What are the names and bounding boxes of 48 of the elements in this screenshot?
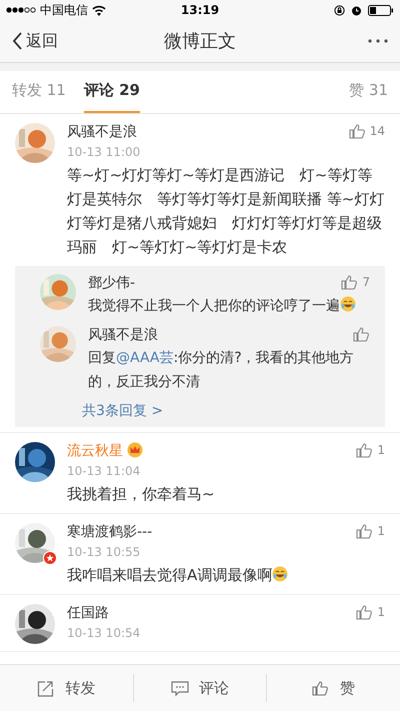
toolbar-button[interactable]: 评论 <box>132 674 266 702</box>
user-name[interactable]: 寒塘渡鹤影--- <box>67 523 152 541</box>
comment-time: 10-13 11:04 <box>67 464 142 478</box>
like-count: 1 <box>377 524 385 538</box>
carrier-name: 中国电信 <box>40 2 88 18</box>
mention-link[interactable]: @AAA芸 <box>116 350 174 366</box>
back-button[interactable]: 返回 <box>12 30 58 52</box>
alarm-icon <box>351 4 362 16</box>
clock-time: 13:19 <box>180 3 220 17</box>
crown-icon <box>127 442 143 458</box>
user-name[interactable]: 风骚不是浪 <box>67 123 137 141</box>
thumbs-up-icon <box>356 442 374 458</box>
comment-text: 我咋唱来唱去觉得A调调最像啊 <box>67 563 385 587</box>
user-name[interactable]: 任国路 <box>67 604 109 622</box>
user-name[interactable]: 鄧少伟- <box>88 274 136 292</box>
toolbar-button[interactable]: 转发 <box>0 674 133 702</box>
like-count: 7 <box>362 275 370 289</box>
more-replies-link[interactable]: 共3条回复 > <box>82 402 164 420</box>
thumbs-up-icon <box>353 326 370 342</box>
thumbs-up-icon <box>341 274 358 290</box>
comment-text: 等~灯~灯灯等灯~等灯是西游记 灯~等灯等灯是英特尔 等灯等灯等灯是新闻联播 等~灯灯灯等灯是猪八戒背媳妇 灯灯灯等灯灯等是超级玛丽 灯~等灯灯~等灯灯是卡农 <box>67 165 385 258</box>
comment-time: 10-13 11:00 <box>67 145 142 159</box>
more-icon[interactable] <box>368 39 388 43</box>
rotation-lock-icon <box>334 4 346 16</box>
wifi-icon <box>92 4 106 16</box>
emoji-icon <box>340 296 356 312</box>
thumbs-up-icon <box>356 523 374 539</box>
comment-text: 我挑着担，你牵着马~ <box>67 484 216 505</box>
comment-time: 10-13 10:55 <box>67 545 142 559</box>
user-name[interactable]: 风骚不是浪 <box>88 326 158 344</box>
comment-text: 我觉得不止我一个人把你的评论哼了一遍 <box>88 294 370 318</box>
thumbs-up-icon <box>348 123 366 139</box>
page-title: 微博正文 <box>164 30 236 53</box>
share-icon <box>37 680 56 696</box>
signal-icon <box>6 6 36 14</box>
toolbar-button[interactable]: 赞 <box>266 674 400 702</box>
like-count: 1 <box>377 605 385 619</box>
comment-time: 10-13 10:54 <box>67 626 142 640</box>
comment-text: 回复@AAA芸:你分的清?，我看的其他地方的，反正我分不清 <box>88 349 355 392</box>
like-count: 14 <box>370 124 385 138</box>
battery-icon <box>368 4 394 16</box>
like-count: 1 <box>377 443 385 457</box>
thumbs-up-icon <box>312 680 330 696</box>
thumbs-up-icon <box>356 604 374 620</box>
comment-icon <box>171 680 189 696</box>
back-chevron-icon <box>12 32 23 50</box>
verified-badge-icon <box>43 551 57 565</box>
emoji-icon <box>272 566 288 582</box>
